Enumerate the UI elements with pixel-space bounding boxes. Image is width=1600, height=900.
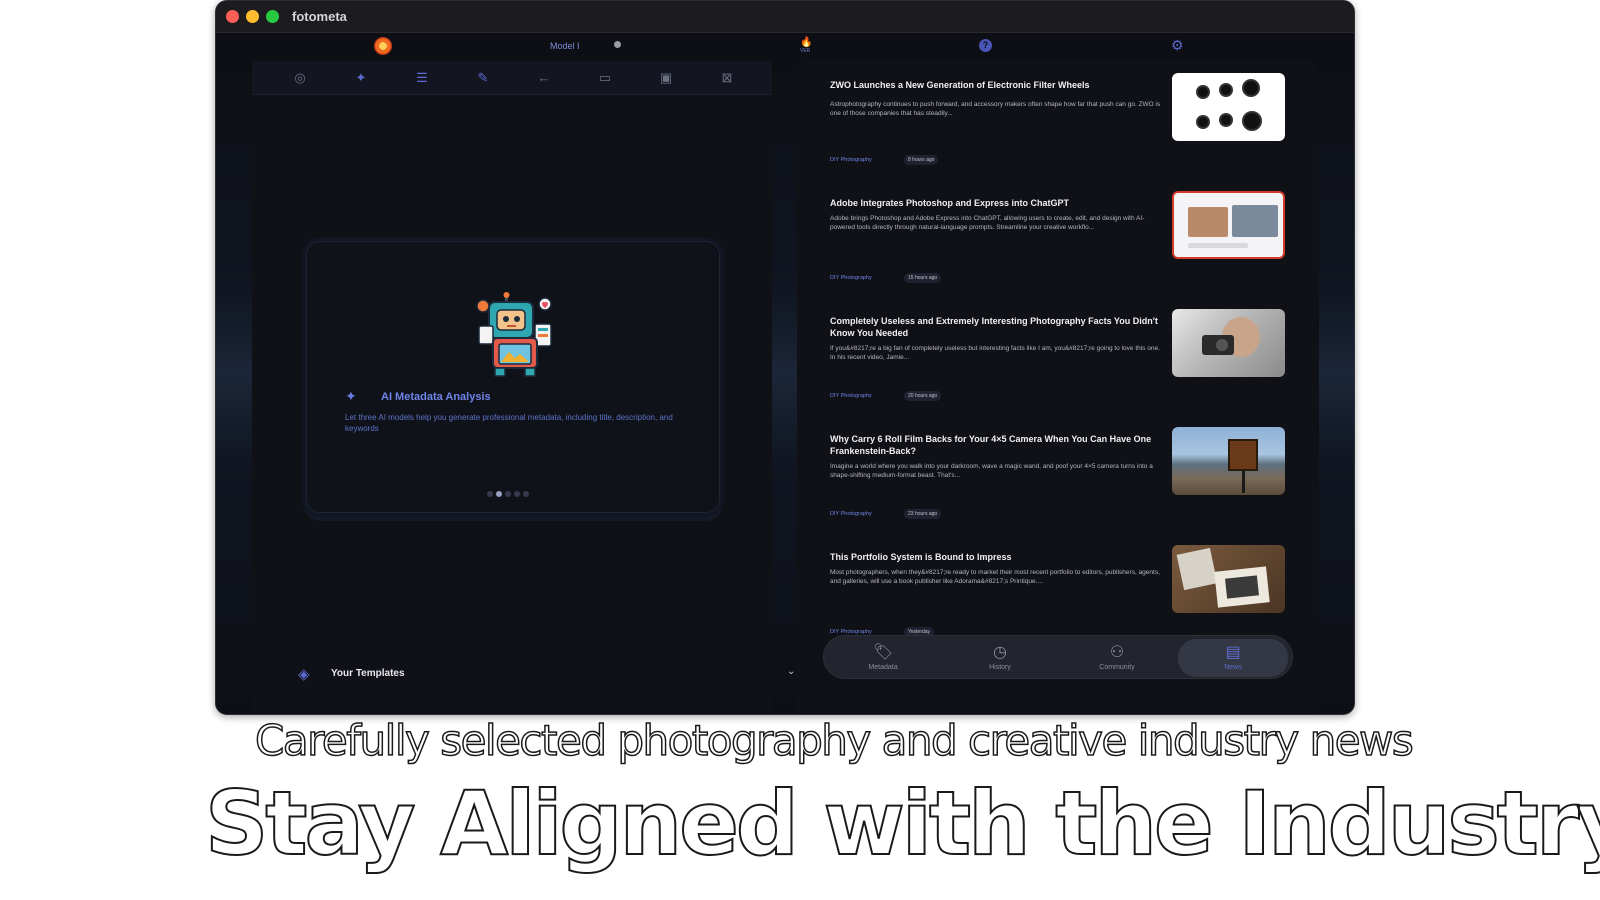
tab-metadata[interactable]: 🏷 Metadata bbox=[828, 636, 938, 680]
news-item[interactable]: Why Carry 6 Roll Film Backs for Your 4×5… bbox=[830, 427, 1290, 543]
news-thumbnail[interactable] bbox=[1172, 73, 1285, 141]
help-icon[interactable]: ? bbox=[979, 39, 992, 52]
edit-doc-icon[interactable]: ✎ bbox=[475, 70, 491, 86]
fire-badge: VER bbox=[800, 48, 811, 54]
news-time-badge: 15 hours ago bbox=[904, 273, 942, 283]
checklist-icon[interactable]: ☰ bbox=[414, 70, 430, 86]
bottom-tab-bar: 🏷 Metadata ◷ History ⚇ Community ▤ News bbox=[823, 635, 1293, 679]
close-box-icon[interactable]: ⊠ bbox=[719, 70, 735, 86]
close-window-button[interactable] bbox=[226, 10, 239, 23]
app-logo-icon[interactable] bbox=[374, 37, 392, 55]
news-title[interactable]: ZWO Launches a New Generation of Electro… bbox=[830, 79, 1165, 91]
carousel-dot[interactable] bbox=[514, 491, 520, 497]
app-window: fotometa Model I 🔥 VER ? ⚙ ◎ ✦ ☰ ✎ ← ▭ ▣ … bbox=[215, 0, 1355, 715]
tags-icon: 🏷 bbox=[872, 644, 894, 661]
news-title[interactable]: Adobe Integrates Photoshop and Express i… bbox=[830, 197, 1165, 209]
tab-community[interactable]: ⚇ Community bbox=[1062, 636, 1172, 680]
gear-icon[interactable]: ⚙ bbox=[1171, 37, 1184, 54]
feature-carousel-card: ✦ AI Metadata Analysis Let three AI mode… bbox=[306, 241, 720, 513]
news-time-badge: 23 hours ago bbox=[904, 509, 942, 519]
magic-wand-icon: ✦ bbox=[345, 388, 357, 404]
tab-history[interactable]: ◷ History bbox=[945, 636, 1055, 680]
fire-icon[interactable]: 🔥 VER bbox=[800, 37, 812, 54]
news-category[interactable]: DIY Photography bbox=[830, 393, 872, 399]
news-thumbnail[interactable] bbox=[1172, 545, 1285, 613]
news-excerpt: Most photographers, when they&#8217;re r… bbox=[830, 569, 1160, 585]
minimize-window-button[interactable] bbox=[246, 10, 259, 23]
feature-description: Let three AI models help you generate pr… bbox=[345, 413, 673, 433]
news-time-badge: 20 hours ago bbox=[904, 391, 942, 401]
layers-icon: ◈ bbox=[298, 666, 310, 683]
templates-label: Your Templates bbox=[331, 668, 405, 679]
templates-dropdown[interactable]: ◈ Your Templates ⌄ bbox=[252, 657, 795, 691]
carousel-dot[interactable] bbox=[505, 491, 511, 497]
tab-label: Community bbox=[1099, 664, 1135, 671]
people-icon: ⚇ bbox=[1109, 644, 1125, 661]
news-title[interactable]: This Portfolio System is Bound to Impres… bbox=[830, 551, 1165, 563]
folder-icon[interactable]: ▭ bbox=[597, 70, 613, 86]
news-title[interactable]: Completely Useless and Extremely Interes… bbox=[830, 315, 1165, 339]
magic-wand-icon[interactable]: ✦ bbox=[353, 70, 369, 86]
clock-icon: ◷ bbox=[993, 644, 1007, 661]
feature-title: AI Metadata Analysis bbox=[381, 391, 491, 403]
model-status-dot bbox=[614, 41, 621, 48]
arrow-left-icon[interactable]: ← bbox=[536, 70, 552, 86]
news-excerpt: Astrophotography continues to push forwa… bbox=[830, 101, 1161, 117]
zoom-window-button[interactable] bbox=[266, 10, 279, 23]
news-category[interactable]: DIY Photography bbox=[830, 157, 872, 163]
news-item[interactable]: ZWO Launches a New Generation of Electro… bbox=[830, 73, 1290, 189]
tab-label: Metadata bbox=[868, 664, 898, 671]
news-thumbnail[interactable] bbox=[1172, 191, 1285, 259]
carousel-dot-active[interactable] bbox=[496, 491, 502, 497]
news-panel: ZWO Launches a New Generation of Electro… bbox=[797, 61, 1319, 713]
robot-illustration-icon bbox=[476, 292, 552, 377]
news-category[interactable]: DIY Photography bbox=[830, 511, 872, 517]
news-item[interactable]: Adobe Integrates Photoshop and Express i… bbox=[830, 191, 1290, 307]
tab-label: News bbox=[1224, 664, 1242, 671]
news-item[interactable]: Completely Useless and Extremely Interes… bbox=[830, 309, 1290, 425]
news-thumbnail[interactable] bbox=[1172, 309, 1285, 377]
news-time-badge: 8 hours ago bbox=[904, 155, 939, 165]
title-bar: fotometa bbox=[216, 1, 1354, 33]
check-circle-icon[interactable]: ◎ bbox=[292, 70, 308, 86]
carousel-dots bbox=[487, 484, 532, 497]
chevron-down-icon[interactable]: ⌄ bbox=[787, 666, 795, 677]
carousel-dot[interactable] bbox=[523, 491, 529, 497]
promo-headline: Stay Aligned with the Industry bbox=[204, 771, 1600, 876]
app-title: fotometa bbox=[292, 9, 347, 24]
news-thumbnail[interactable] bbox=[1172, 427, 1285, 495]
tab-news[interactable]: ▤ News bbox=[1178, 639, 1288, 677]
top-bar: Model I 🔥 VER ? ⚙ bbox=[216, 33, 1354, 59]
left-panel: ◎ ✦ ☰ ✎ ← ▭ ▣ ⊠ ✦ AI Metadata Analysis L… bbox=[252, 61, 795, 711]
news-excerpt: Adobe brings Photoshop and Adobe Express… bbox=[830, 215, 1145, 231]
newspaper-icon: ▤ bbox=[1225, 644, 1241, 661]
left-toolbar: ◎ ✦ ☰ ✎ ← ▭ ▣ ⊠ bbox=[252, 61, 772, 95]
carousel-dot[interactable] bbox=[487, 491, 493, 497]
tab-label: History bbox=[989, 664, 1011, 671]
model-selector[interactable]: Model I bbox=[550, 41, 580, 51]
news-excerpt: Imagine a world where you walk into your… bbox=[830, 463, 1153, 479]
news-category[interactable]: DIY Photography bbox=[830, 275, 872, 281]
news-excerpt: If you&#8217;re a big fan of completely … bbox=[830, 345, 1160, 361]
promo-subtitle: Carefully selected photography and creat… bbox=[254, 715, 1414, 766]
news-title[interactable]: Why Carry 6 Roll Film Backs for Your 4×5… bbox=[830, 433, 1165, 457]
image-icon[interactable]: ▣ bbox=[658, 70, 674, 86]
